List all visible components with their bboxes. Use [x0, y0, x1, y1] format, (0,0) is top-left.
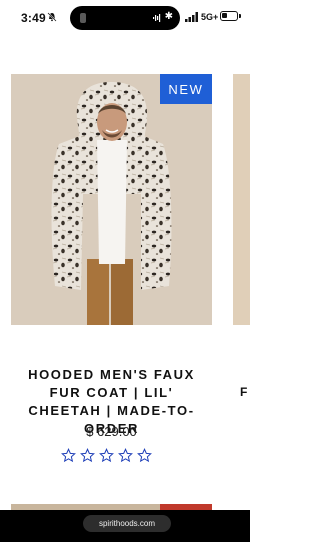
audio-wave-icon: [153, 14, 161, 22]
battery-icon: [220, 11, 241, 21]
star-empty-icon: [61, 448, 76, 463]
bluetooth-icon: ✱: [164, 11, 173, 22]
cellular-signal-icon: [185, 12, 198, 22]
product-price: $ 629.00: [86, 424, 137, 439]
rating-stars: [61, 448, 152, 466]
star-empty-icon: [137, 448, 152, 463]
battery-level: [222, 13, 227, 18]
star-empty-icon: [99, 448, 114, 463]
status-time: 3:49: [21, 11, 46, 25]
dynamic-island[interactable]: ✱: [70, 6, 180, 30]
new-badge: NEW: [160, 74, 212, 104]
browser-bottom-bar: spirithoods.com: [0, 510, 250, 542]
network-type: 5G+: [201, 12, 219, 22]
star-empty-icon: [118, 448, 133, 463]
next-product-title-fragment[interactable]: F: [240, 385, 249, 399]
product-image[interactable]: [11, 74, 212, 325]
bell-muted-icon: [47, 12, 57, 22]
next-product-image-edge[interactable]: [233, 74, 250, 325]
product-photo: [11, 74, 212, 325]
status-bar: 3:49 ✱ 5G+: [0, 0, 250, 34]
star-empty-icon: [80, 448, 95, 463]
address-bar[interactable]: spirithoods.com: [83, 515, 171, 532]
phone-icon: [80, 13, 86, 23]
